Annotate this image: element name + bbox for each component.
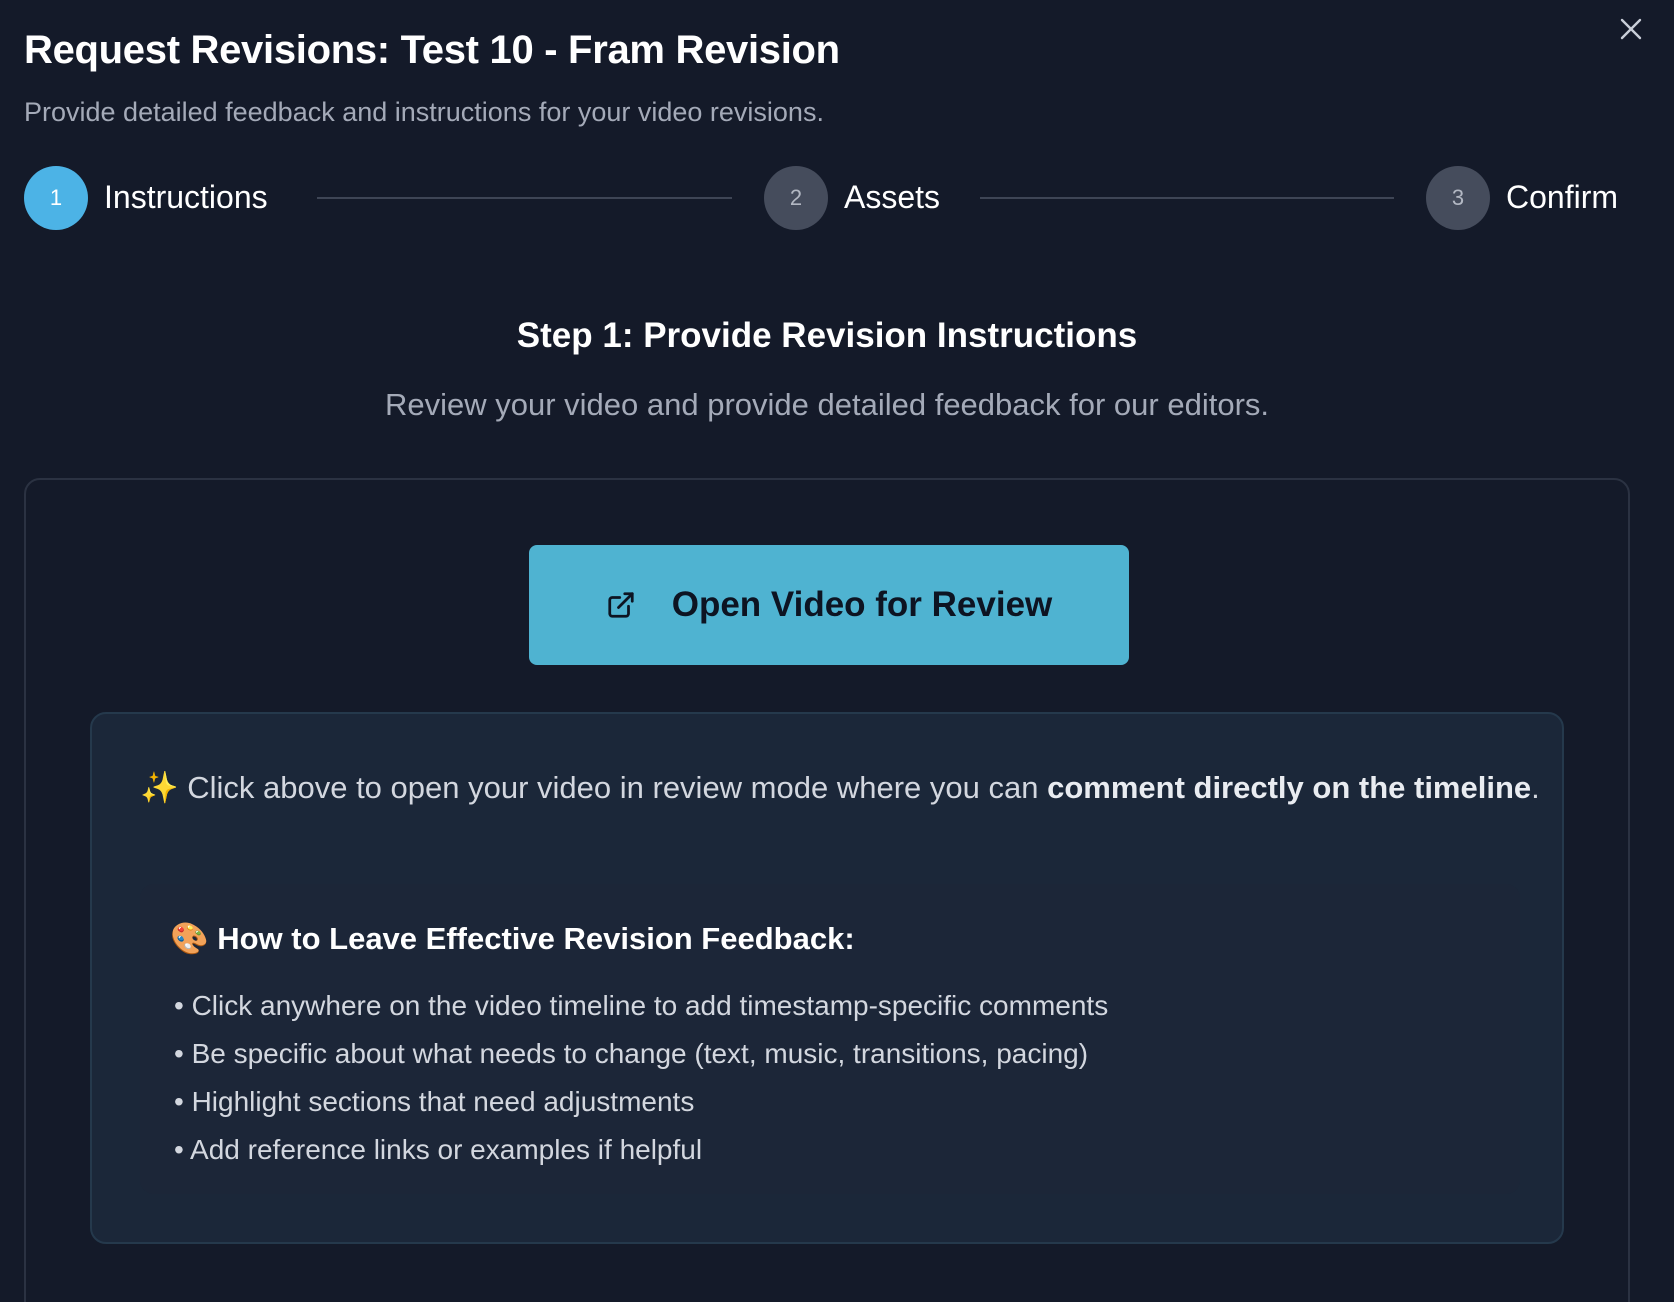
step-3-label: Confirm (1506, 179, 1619, 215)
info-text-intro: Click above to open your video in review… (178, 770, 1048, 805)
step-3-number: 3 (1451, 185, 1465, 210)
step-connector-1 (317, 197, 732, 199)
step-1-indicator[interactable]: 1 (24, 166, 88, 230)
step-connector-2 (980, 197, 1394, 199)
tips-list: • Click anywhere on the video timeline t… (174, 982, 1108, 1174)
step-1-label: Instructions (104, 179, 268, 215)
tips-title-text: How to Leave Effective Revision Feedback… (208, 921, 855, 956)
open-video-button-label: Open Video for Review (671, 585, 1053, 624)
info-box: ✨ Click above to open your video in revi… (90, 712, 1564, 1244)
tip-item: • Click anywhere on the video timeline t… (174, 990, 1109, 1021)
step-2-label: Assets (844, 179, 941, 215)
external-link-icon (608, 592, 634, 618)
instructions-card: Open Video for Review ✨ Click above to o… (24, 478, 1630, 1302)
step-2-number: 2 (789, 185, 803, 210)
info-text: ✨ Click above to open your video in revi… (140, 764, 1540, 812)
tip-item: • Highlight sections that need adjustmen… (174, 1086, 695, 1117)
feedback-tips-box: 🎨 How to Leave Effective Revision Feedba… (140, 884, 1520, 1194)
info-text-end: . (1531, 770, 1540, 805)
tip-item: • Be specific about what needs to change… (174, 1038, 1089, 1069)
sparkles-icon: ✨ (140, 770, 179, 805)
step-3-indicator[interactable]: 3 (1426, 166, 1490, 230)
open-video-button[interactable]: Open Video for Review (529, 545, 1129, 665)
close-button[interactable] (1614, 12, 1648, 46)
stepper: 1 Instructions 2 Assets 3 Confirm (24, 166, 1630, 230)
step-description: Review your video and provide detailed f… (384, 387, 1269, 422)
step-2-indicator[interactable]: 2 (764, 166, 828, 230)
revision-modal: Request Revisions: Test 10 - Fram Revisi… (0, 0, 1674, 1302)
tips-title: 🎨 How to Leave Effective Revision Feedba… (170, 920, 855, 957)
step-heading: Step 1: Provide Revision Instructions (516, 316, 1138, 355)
close-icon (1620, 18, 1642, 40)
info-text-emphasis: comment directly on the timeline (1047, 770, 1532, 805)
step-1-number: 1 (49, 185, 63, 210)
modal-title: Request Revisions: Test 10 - Fram Revisi… (24, 28, 840, 72)
modal-subtitle: Provide detailed feedback and instructio… (24, 97, 824, 127)
palette-icon: 🎨 (170, 921, 209, 956)
tip-item: • Add reference links or examples if hel… (174, 1134, 703, 1165)
